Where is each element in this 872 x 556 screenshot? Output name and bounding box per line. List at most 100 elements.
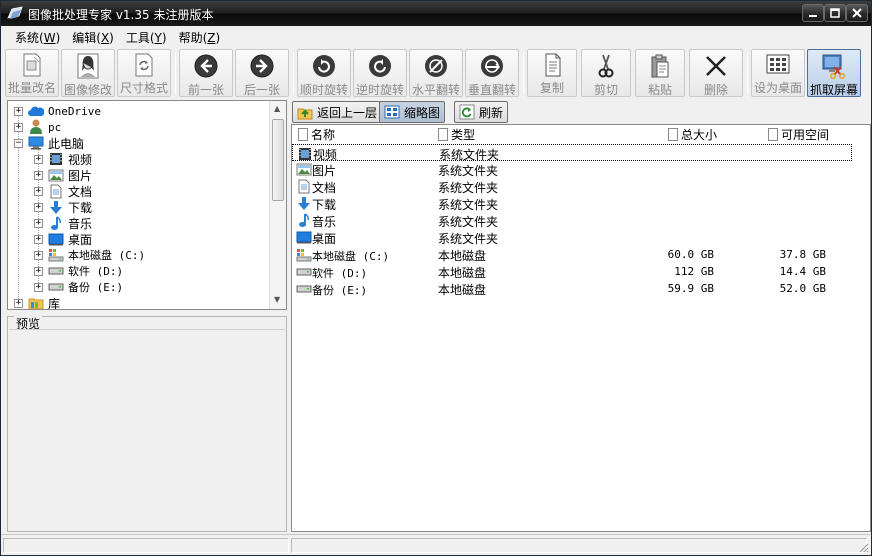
menu-edit-key: X [100, 30, 110, 45]
list-item[interactable]: 软件 (D:) 本地磁盘 112 GB 14.4 GB [292, 263, 852, 280]
delete-button[interactable]: 删除 [689, 49, 743, 97]
maximize-icon [830, 8, 840, 18]
list-item[interactable]: 桌面 系统文件夹 [292, 229, 852, 246]
thumbnail-icon [384, 105, 400, 119]
column-header-total-size[interactable]: 总大小 [668, 125, 717, 143]
download-icon [50, 200, 62, 214]
title-bar[interactable]: 图像批处理专家 v1.35 未注册版本 [1, 1, 871, 26]
list-item[interactable]: 视频 系统文件夹 [292, 144, 852, 162]
tree-item-documents[interactable]: + 文档 [34, 183, 92, 199]
portrait-icon [77, 53, 99, 79]
row-total-size: 112 GB [674, 265, 714, 278]
column-header-type[interactable]: 类型 [438, 125, 475, 143]
tree-item-label: 图片 [68, 168, 93, 183]
row-name: 备份 (E:) [312, 284, 368, 297]
flip-vertical-label: 垂直翻转 [467, 83, 516, 97]
rotate-cw-button[interactable]: 顺时旋转 [297, 49, 351, 97]
toolbar-separator [523, 52, 524, 94]
tree-item-label: 桌面 [68, 232, 93, 247]
tree-expander[interactable]: − [14, 138, 23, 148]
tree-expander[interactable]: + [14, 122, 23, 132]
file-list[interactable]: 名称 类型 总大小 可用空间 视频 系统文件夹 图片 系统文件夹 文档 系统文件… [291, 124, 871, 532]
refresh-button[interactable]: 刷新 [454, 101, 509, 123]
paste-button[interactable]: 粘贴 [635, 49, 685, 97]
tree-expander[interactable]: + [34, 218, 43, 228]
list-item[interactable]: 图片 系统文件夹 [292, 161, 852, 178]
tree-expander[interactable]: + [34, 154, 43, 164]
scroll-thumb[interactable] [272, 119, 284, 201]
close-button[interactable] [846, 4, 868, 22]
rotate-ccw-button[interactable]: 逆时旋转 [353, 49, 407, 97]
row-type: 本地磁盘 [438, 249, 487, 263]
row-total-size: 59.9 GB [667, 282, 714, 295]
up-folder-button[interactable]: 返回上一层 [292, 101, 383, 123]
preview-canvas [9, 329, 285, 530]
tree-scrollbar[interactable]: ▲ ▼ [269, 101, 286, 309]
list-item[interactable]: 音乐 系统文件夹 [292, 212, 852, 229]
rotate-cw-label: 顺时旋转 [299, 83, 348, 97]
row-free-space: 14.4 GB [779, 265, 826, 278]
tree-expander[interactable]: + [14, 106, 23, 116]
minimize-button[interactable] [802, 4, 824, 22]
tree-item-libraries[interactable]: + 库 [14, 295, 60, 309]
maximize-button[interactable] [824, 4, 846, 22]
resize-grip-icon[interactable] [857, 541, 869, 553]
list-item[interactable]: 文档 系统文件夹 [292, 178, 852, 195]
tree-item-music[interactable]: + 音乐 [34, 215, 92, 231]
scroll-up-icon[interactable]: ▲ [274, 104, 280, 113]
scroll-down-icon[interactable]: ▼ [274, 295, 280, 304]
capture-screen-button[interactable]: 抓取屏幕 [807, 49, 861, 97]
tree-expander[interactable]: + [34, 186, 43, 196]
tree-item-drive-d[interactable]: + 软件 (D:) [34, 263, 123, 279]
row-type: 本地磁盘 [438, 283, 487, 297]
tree-item-drive-e[interactable]: + 备份 (E:) [34, 279, 123, 295]
tree-item-videos[interactable]: + 视频 [34, 151, 92, 167]
menu-edit-close: ) [109, 30, 114, 45]
toolbar-separator [747, 52, 748, 94]
tree-expander[interactable]: + [14, 298, 23, 308]
tree-expander[interactable]: + [34, 266, 43, 276]
tree-item-label: 下载 [68, 200, 93, 215]
tree-item-this-pc[interactable]: − 此电脑 [14, 135, 84, 151]
list-item[interactable]: 下载 系统文件夹 [292, 195, 852, 212]
menu-tools[interactable]: 工具(Y) [120, 29, 173, 46]
set-desktop-button[interactable]: 设为桌面 [751, 49, 805, 97]
tree-item-onedrive[interactable]: + OneDrive [14, 103, 101, 119]
thumbnail-view-button[interactable]: 缩略图 [379, 101, 446, 123]
batch-rename-button[interactable]: 批量改名 [5, 49, 59, 97]
size-format-button[interactable]: 尺寸格式 [117, 49, 171, 97]
list-item[interactable]: 本地磁盘 (C:) 本地磁盘 60.0 GB 37.8 GB [292, 246, 852, 263]
flip-horizontal-button[interactable]: 水平翻转 [409, 49, 463, 97]
list-item[interactable]: 备份 (E:) 本地磁盘 59.9 GB 52.0 GB [292, 280, 852, 297]
next-image-button[interactable]: 后一张 [235, 49, 289, 97]
rotate-ccw-label: 逆时旋转 [355, 83, 404, 97]
tree-expander[interactable]: + [34, 202, 43, 212]
column-header-free-space[interactable]: 可用空间 [768, 125, 829, 143]
menu-system[interactable]: 系统(W) [9, 29, 66, 46]
tree-item-desktop[interactable]: + 桌面 [34, 231, 92, 247]
tree-item-pictures[interactable]: + 图片 [34, 167, 92, 183]
tree-expander[interactable]: + [34, 170, 43, 180]
copy-button[interactable]: 复制 [527, 49, 577, 97]
prev-image-button[interactable]: 前一张 [179, 49, 233, 97]
wallpaper-icon [766, 54, 790, 74]
menu-system-key: W [43, 30, 56, 45]
flip-vertical-button[interactable]: 垂直翻转 [465, 49, 519, 97]
menu-help-close: ) [215, 30, 221, 45]
tree-item-label: pc [48, 120, 62, 134]
tree-item-pc-user[interactable]: + pc [14, 119, 61, 135]
file-toolbar: 返回上一层 缩略图 刷新 [291, 100, 871, 124]
tree-expander[interactable]: + [34, 234, 43, 244]
tree-item-downloads[interactable]: + 下载 [34, 199, 92, 215]
flip-vertical-icon [481, 55, 503, 77]
menu-edit[interactable]: 编辑(X) [66, 29, 120, 46]
cut-button[interactable]: 剪切 [581, 49, 631, 97]
image-edit-button[interactable]: 图像修改 [61, 49, 115, 97]
tree-expander[interactable]: + [34, 250, 43, 260]
tree-item-drive-c[interactable]: + 本地磁盘 (C:) [34, 247, 145, 263]
column-header-name[interactable]: 名称 [298, 125, 335, 143]
download-icon [298, 197, 310, 210]
folder-tree[interactable]: + OneDrive + pc − 此电脑 + 视频 + 图片 + 文档 + 下… [7, 100, 287, 310]
tree-expander[interactable]: + [34, 282, 43, 292]
menu-help[interactable]: 帮助(Z) [173, 29, 227, 46]
